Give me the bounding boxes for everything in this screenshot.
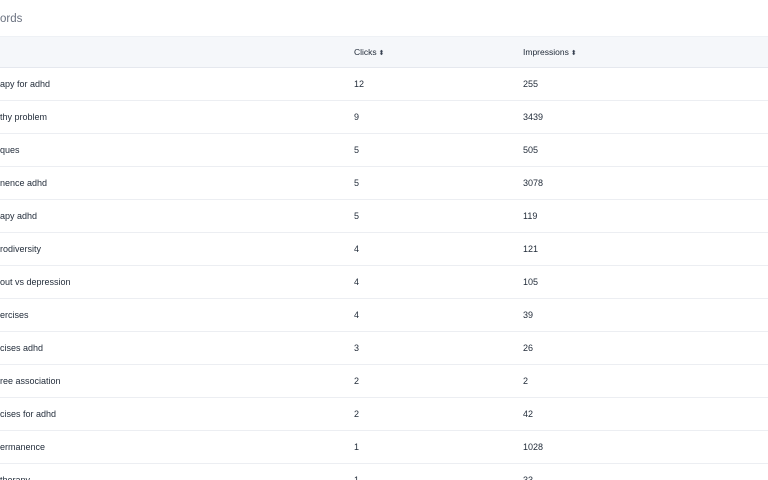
keyword-cell: cises adhd [0,343,44,353]
keyword-column-header [0,37,336,67]
clicks-cell: 5 [354,211,360,221]
impressions-cell: 39 [523,310,534,320]
clicks-cell: 1 [354,475,360,480]
keyword-cell: ques [0,145,20,155]
sort-icon: ⬍ [378,50,385,57]
impressions-cell: 255 [523,79,539,89]
keyword-cell: thy problem [0,112,48,122]
clicks-cell: 4 [354,310,360,320]
clicks-header-label: Clicks [354,47,377,57]
keyword-cell: apy for adhd [0,79,51,89]
impressions-cell: 121 [523,244,539,254]
impressions-header-label: Impressions [523,47,569,57]
impressions-column-header[interactable]: Impressions ⬍ [523,37,763,67]
table-row[interactable]: ree association 2 2 [0,365,768,398]
impressions-cell: 505 [523,145,539,155]
clicks-cell: 5 [354,145,360,155]
table-row[interactable]: apy adhd 5 119 [0,200,768,233]
table-row[interactable]: out vs depression 4 105 [0,266,768,299]
keyword-cell: ree association [0,376,61,386]
sort-icon: ⬍ [570,50,577,57]
impressions-cell: 2 [523,376,529,386]
impressions-cell: 1028 [523,442,544,452]
keywords-table: Clicks ⬍ Impressions ⬍ apy for adhd 12 255th… [0,36,768,480]
clicks-cell: 5 [354,178,360,188]
table-row[interactable]: nence adhd 5 3078 [0,167,768,200]
keyword-cell: rodiversity [0,244,42,254]
table-row[interactable]: ques 5 505 [0,134,768,167]
impressions-cell: 26 [523,343,534,353]
impressions-cell: 3439 [523,112,544,122]
keyword-cell: ercises [0,310,29,320]
clicks-cell: 12 [354,79,365,89]
impressions-cell: 42 [523,409,534,419]
keyword-cell: apy adhd [0,211,38,221]
clicks-cell: 2 [354,409,360,419]
table-body: apy for adhd 12 255 thy problem 9 3439 ques 5 50… [0,68,768,480]
table-row[interactable]: therapy 1 33 [0,464,768,480]
impressions-cell: 105 [523,277,539,287]
table-row[interactable]: thy problem 9 3439 [0,101,768,134]
table-row[interactable]: cises for adhd 2 42 [0,398,768,431]
impressions-cell: 3078 [523,178,544,188]
clicks-cell: 9 [354,112,360,122]
impressions-cell: 33 [523,475,534,480]
keyword-cell: nence adhd [0,178,48,188]
clicks-cell: 4 [354,244,360,254]
keyword-cell: therapy [0,475,31,480]
keyword-cell: ermanence [0,442,46,452]
clicks-cell: 3 [354,343,360,353]
keywords-page: ords Clicks ⬍ Impressions ⬍ apy for adhd 12… [0,0,768,480]
section-title: ords [0,13,23,25]
impressions-cell: 119 [523,211,538,221]
table-row[interactable]: apy for adhd 12 255 [0,68,768,101]
keyword-cell: out vs depression [0,277,71,287]
table-row[interactable]: ermanence 1 1028 [0,431,768,464]
table-row[interactable]: rodiversity 4 121 [0,233,768,266]
clicks-column-header[interactable]: Clicks ⬍ [354,37,514,67]
clicks-cell: 2 [354,376,360,386]
clicks-cell: 1 [354,442,360,452]
table-header: Clicks ⬍ Impressions ⬍ [0,36,768,68]
table-row[interactable]: ercises 4 39 [0,299,768,332]
keyword-cell: cises for adhd [0,409,57,419]
clicks-cell: 4 [354,277,360,287]
table-row[interactable]: cises adhd 3 26 [0,332,768,365]
